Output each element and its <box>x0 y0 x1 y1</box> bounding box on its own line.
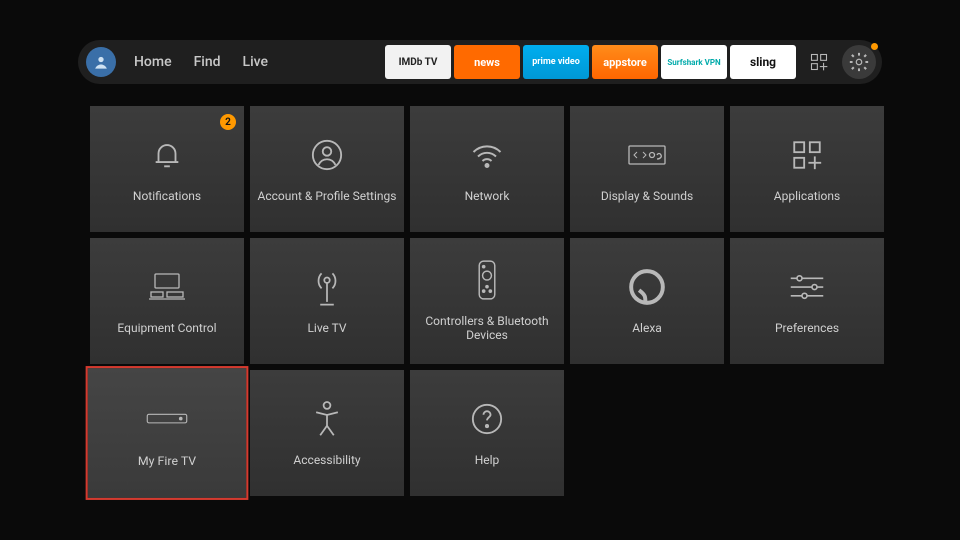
tile-label: Applications <box>774 189 840 203</box>
alexa-icon <box>627 267 667 307</box>
tile-label: Controllers & Bluetooth Devices <box>416 314 558 343</box>
settings-grid: 2 Notifications Account & Profile Settin… <box>90 106 884 496</box>
tile-livetv[interactable]: Live TV <box>250 238 404 364</box>
settings-button[interactable] <box>842 45 876 79</box>
remote-icon <box>467 260 507 300</box>
nav-live[interactable]: Live <box>243 54 268 70</box>
app-sling[interactable]: sling <box>730 45 796 79</box>
top-nav-bar: Home Find Live IMDb TV news prime video … <box>78 40 882 84</box>
gear-icon <box>848 51 870 73</box>
nav-find[interactable]: Find <box>194 54 221 70</box>
sliders-icon <box>787 267 827 307</box>
tile-label: Account & Profile Settings <box>258 189 397 203</box>
profile-button[interactable] <box>86 47 116 77</box>
tile-controllers[interactable]: Controllers & Bluetooth Devices <box>410 238 564 364</box>
user-icon <box>307 135 347 175</box>
tile-label: Live TV <box>307 321 346 335</box>
grid-plus-icon <box>809 52 829 72</box>
antenna-icon <box>307 267 347 307</box>
tile-myfiretv[interactable]: My Fire TV <box>88 368 247 498</box>
app-row: IMDb TV news prime video appstore Surfsh… <box>385 40 796 84</box>
nav-home[interactable]: Home <box>134 54 172 70</box>
tile-alexa[interactable]: Alexa <box>570 238 724 364</box>
tile-network[interactable]: Network <box>410 106 564 232</box>
app-appstore[interactable]: appstore <box>592 45 658 79</box>
tile-equipment[interactable]: Equipment Control <box>90 238 244 364</box>
equipment-icon <box>147 267 187 307</box>
tile-label: Accessibility <box>293 453 360 467</box>
tile-accessibility[interactable]: Accessibility <box>250 370 404 496</box>
app-prime[interactable]: prime video <box>523 45 589 79</box>
tile-help[interactable]: Help <box>410 370 564 496</box>
tile-display[interactable]: Display & Sounds <box>570 106 724 232</box>
tile-label: Preferences <box>775 321 839 335</box>
nav-links: Home Find Live <box>134 54 268 70</box>
apps-grid-button[interactable] <box>802 45 836 79</box>
tile-label: Network <box>465 189 510 203</box>
notifications-badge: 2 <box>220 114 236 130</box>
tile-label: Display & Sounds <box>601 189 693 203</box>
tile-label: Alexa <box>632 321 662 335</box>
help-icon <box>467 399 507 439</box>
display-icon <box>627 135 667 175</box>
wifi-icon <box>467 135 507 175</box>
tile-preferences[interactable]: Preferences <box>730 238 884 364</box>
tile-notifications[interactable]: 2 Notifications <box>90 106 244 232</box>
tile-account[interactable]: Account & Profile Settings <box>250 106 404 232</box>
tile-label: Notifications <box>133 189 201 203</box>
accessibility-icon <box>307 399 347 439</box>
tile-label: Help <box>475 453 500 467</box>
settings-notification-dot <box>871 43 878 50</box>
tile-label: Equipment Control <box>117 321 216 335</box>
app-surfshark[interactable]: Surfshark VPN <box>661 45 727 79</box>
tile-applications[interactable]: Applications <box>730 106 884 232</box>
app-news[interactable]: news <box>454 45 520 79</box>
box-icon <box>146 398 187 439</box>
app-imdb[interactable]: IMDb TV <box>385 45 451 79</box>
tile-label: My Fire TV <box>138 453 196 468</box>
bell-icon <box>147 135 187 175</box>
profile-icon <box>91 52 111 72</box>
apps-icon <box>787 135 827 175</box>
